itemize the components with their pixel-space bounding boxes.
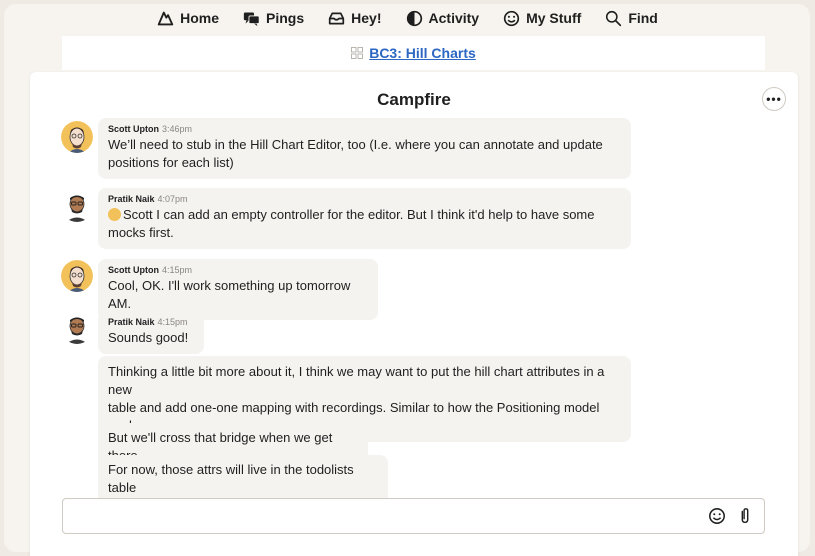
more-options-button[interactable]: ••• — [762, 87, 786, 111]
home-icon — [157, 11, 174, 25]
message-text: For now, those attrs will live in the to… — [108, 462, 354, 495]
mention-name[interactable]: Scott — [123, 207, 153, 222]
composer-actions — [708, 507, 754, 525]
my-stuff-icon — [503, 10, 520, 26]
activity-icon — [406, 10, 422, 26]
campfire-card: Campfire ••• Scott Upton 3:46pm We’ll nee… — [30, 72, 798, 556]
paperclip-icon[interactable] — [736, 507, 754, 525]
smiley-icon[interactable] — [708, 507, 726, 525]
message-text: table and add one-one mapping with recor… — [108, 400, 600, 415]
message-meta: Pratik Naik 4:07pm — [108, 194, 621, 205]
message-meta: Scott Upton 4:15pm — [108, 265, 368, 276]
message-author[interactable]: Scott Upton — [108, 265, 159, 275]
nav-my-stuff-label: My Stuff — [526, 10, 582, 26]
nav-hey-label: Hey! — [351, 10, 382, 26]
nav-find[interactable]: Find — [605, 10, 658, 27]
nav-find-label: Find — [628, 10, 658, 26]
message-text: Sounds good! — [108, 330, 189, 345]
message-time[interactable]: 4:15pm — [158, 317, 188, 327]
project-breadcrumb: BC3: Hill Charts — [62, 36, 765, 70]
message-author[interactable]: Pratik Naik — [108, 317, 155, 327]
avatar-pratik-naik[interactable] — [61, 312, 93, 344]
nav-my-stuff[interactable]: My Stuff — [503, 10, 581, 27]
search-icon — [606, 10, 622, 26]
message-meta: Scott Upton 3:46pm — [108, 124, 621, 135]
message-text: We’ll need to stub in the Hill Chart Edi… — [108, 137, 603, 152]
message-bubble: Pratik Naik 4:15pm Sounds good! — [98, 311, 204, 354]
ellipsis-icon: ••• — [766, 92, 782, 106]
message-time[interactable]: 4:07pm — [158, 194, 188, 204]
message-author[interactable]: Pratik Naik — [108, 194, 155, 204]
nav-activity[interactable]: Activity — [406, 10, 480, 27]
nav-pings-label: Pings — [266, 10, 305, 26]
pratik-avatar-icon — [61, 190, 93, 222]
nav-hey[interactable]: Hey! — [328, 10, 382, 27]
message-bubble: Scott Upton 3:46pm We’ll need to stub in … — [98, 118, 631, 179]
hey-icon — [329, 12, 345, 24]
scott-avatar-icon — [61, 121, 93, 153]
nav-home-label: Home — [180, 10, 220, 26]
pratik-avatar-icon — [61, 312, 93, 344]
message-author[interactable]: Scott Upton — [108, 124, 159, 134]
message-text: Thinking a little bit more about it, I t… — [108, 364, 605, 397]
avatar-scott-upton[interactable] — [61, 121, 93, 153]
message-time[interactable]: 4:15pm — [162, 265, 192, 275]
message-bubble: Pratik Naik 4:07pm Scott I can add an emp… — [98, 188, 631, 249]
page-title: Campfire — [377, 90, 451, 109]
message-text: mocks first. — [108, 225, 174, 240]
message-text: Cool, OK. I'll work something up tomorro… — [108, 278, 351, 311]
avatar-scott-upton[interactable] — [61, 260, 93, 292]
message-text: positions for each list) — [108, 155, 234, 170]
scott-avatar-icon — [61, 260, 93, 292]
nav-home[interactable]: Home — [157, 10, 219, 27]
nav-pings[interactable]: Pings — [243, 10, 304, 27]
project-link[interactable]: BC3: Hill Charts — [369, 45, 476, 61]
project-grid-icon — [351, 47, 364, 59]
message-text: Scott I can add an empty controller for … — [108, 206, 621, 224]
message-time[interactable]: 3:46pm — [162, 124, 192, 134]
message-bubble: For now, those attrs will live in the to… — [98, 455, 388, 504]
avatar-pratik-naik[interactable] — [61, 190, 93, 222]
nav-activity-label: Activity — [428, 10, 480, 26]
message-composer[interactable] — [62, 498, 765, 534]
message-text-line: I can add an empty controller for the ed… — [156, 207, 595, 222]
pings-icon — [243, 12, 260, 26]
message-meta: Pratik Naik 4:15pm — [108, 317, 194, 328]
top-navigation: Home Pings Hey! Activity My Stuff Find — [0, 0, 815, 36]
mention-avatar-icon — [108, 208, 121, 221]
